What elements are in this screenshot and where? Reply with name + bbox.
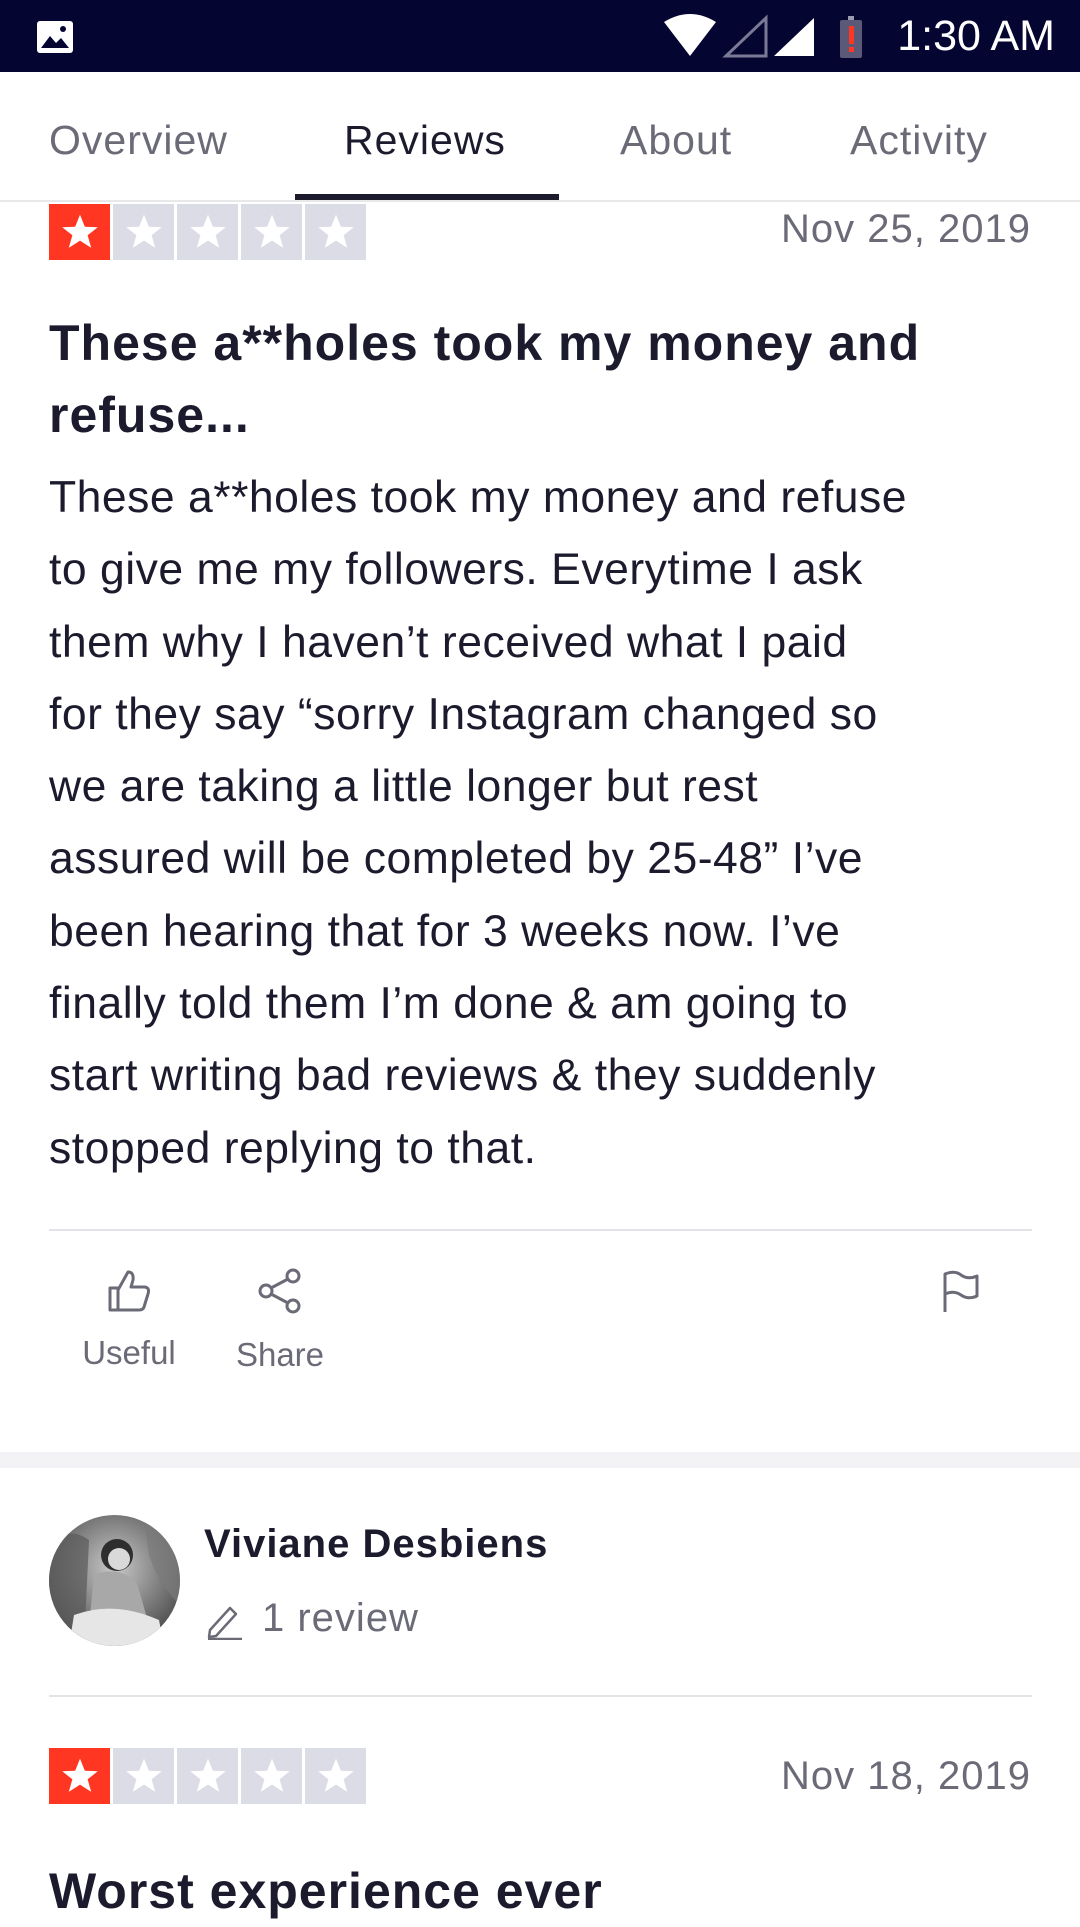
review-body: These a**holes took my money and refuse … — [49, 462, 1039, 1185]
share-icon — [258, 1268, 301, 1314]
star-empty-icon — [305, 204, 366, 260]
status-time: 1:30 AM — [897, 12, 1055, 60]
signal-empty-icon — [722, 14, 768, 58]
review-body-line: finally told them I’m done & am going to — [49, 979, 849, 1029]
review-body-line: stopped replying to that. — [49, 1123, 537, 1173]
gallery-notification-icon — [37, 21, 73, 53]
review-body-line: These a**holes took my money and refuse — [49, 473, 908, 522]
review-title-line: These a**holes took my money and — [49, 315, 921, 371]
battery-alert-icon — [840, 16, 862, 58]
review-body-line: start writing bad reviews & they suddenl… — [49, 1051, 876, 1101]
star-empty-icon — [177, 204, 238, 260]
pencil-icon — [207, 1607, 242, 1641]
star-empty-icon — [241, 1748, 302, 1804]
useful-button[interactable]: Useful — [74, 1268, 184, 1372]
divider — [49, 1695, 1032, 1697]
status-icons — [664, 14, 862, 58]
divider — [49, 1229, 1032, 1231]
review-date: Nov 18, 2019 — [781, 1754, 1031, 1798]
share-button[interactable]: Share — [228, 1268, 332, 1374]
review-body-line: we are taking a little longer but rest — [49, 762, 759, 812]
star-filled-icon — [49, 204, 110, 260]
signal-full-icon — [774, 18, 814, 56]
tab-bar: Overview Reviews About Activity — [0, 72, 1080, 202]
tab-about[interactable]: About — [620, 116, 732, 164]
status-bar: 1:30 AM — [0, 0, 1080, 72]
tab-activity[interactable]: Activity — [850, 116, 988, 164]
review-body-line: to give me my followers. Everytime I ask — [49, 545, 863, 595]
review-body-line: been hearing that for 3 weeks now. I’ve — [49, 906, 841, 956]
star-rating — [49, 204, 366, 260]
useful-label: Useful — [82, 1334, 176, 1371]
star-empty-icon — [113, 1748, 174, 1804]
review-title[interactable]: These a**holes took my money and refuse.… — [49, 307, 1029, 451]
tab-reviews[interactable]: Reviews — [344, 116, 506, 164]
star-empty-icon — [305, 1748, 366, 1804]
star-rating — [49, 1748, 366, 1804]
review-title-line: refuse... — [49, 387, 250, 443]
review-body-line: assured will be completed by 25-48” I’ve — [49, 834, 863, 884]
star-filled-icon — [49, 1748, 110, 1804]
thumbs-up-icon — [108, 1270, 151, 1312]
review-title-line: Worst experience ever — [49, 1863, 603, 1919]
flag-icon — [943, 1270, 979, 1312]
report-button[interactable] — [938, 1270, 984, 1322]
review-body-line: them why I haven’t received what I paid — [49, 617, 848, 667]
review-body-line: for they say “sorry Instagram changed so — [49, 689, 878, 739]
active-tab-indicator — [295, 194, 559, 200]
review-date: Nov 25, 2019 — [781, 207, 1031, 251]
star-empty-icon — [113, 204, 174, 260]
review-title[interactable]: Worst experience ever — [49, 1855, 1029, 1927]
star-empty-icon — [241, 204, 302, 260]
tab-overview[interactable]: Overview — [49, 116, 228, 164]
reviewer-name[interactable]: Viviane Desbiens — [204, 1520, 548, 1568]
section-separator — [0, 1452, 1080, 1468]
wifi-icon — [664, 14, 716, 56]
review-count-label: 1 review — [262, 1596, 419, 1640]
star-empty-icon — [177, 1748, 238, 1804]
reviewer-review-count: 1 review — [204, 1594, 419, 1642]
share-label: Share — [235, 1336, 325, 1373]
avatar[interactable] — [49, 1515, 180, 1646]
